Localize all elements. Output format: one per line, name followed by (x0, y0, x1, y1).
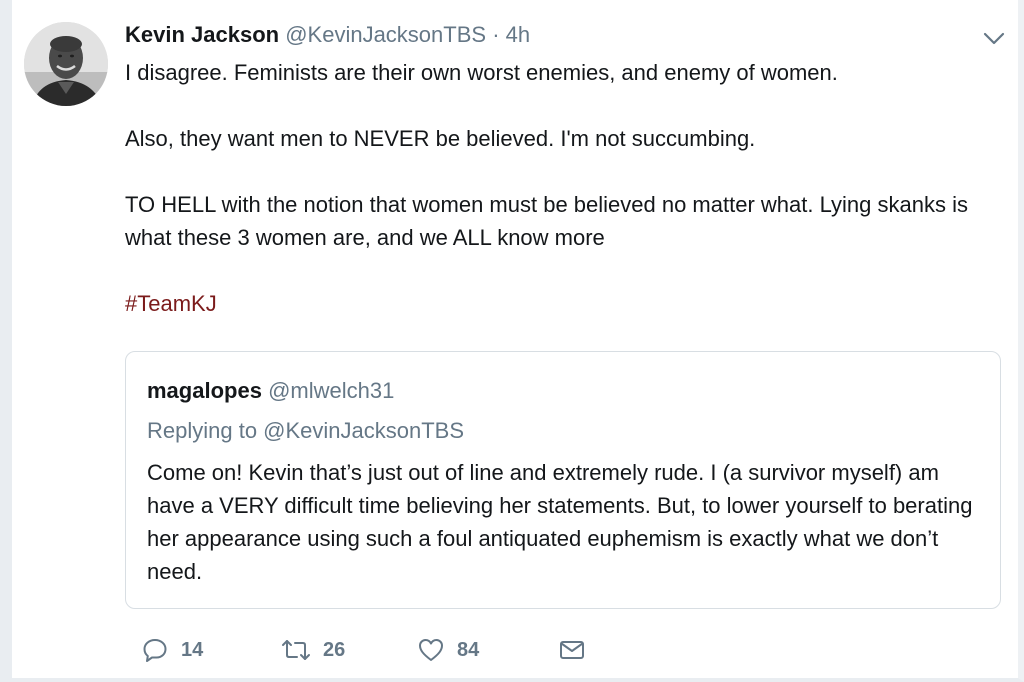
avatar-image (24, 22, 108, 106)
reply-count: 14 (181, 638, 204, 661)
author-handle[interactable]: @KevinJacksonTBS (285, 22, 486, 47)
like-button[interactable]: 84 (417, 630, 479, 670)
direct-message-button[interactable] (557, 630, 599, 670)
retweet-icon (282, 640, 310, 660)
quoted-tweet-header: magalopes @mlwelch31 (147, 376, 394, 406)
tweet-card: Kevin Jackson @KevinJacksonTBS · 4h I di… (0, 0, 1024, 682)
message-icon (560, 641, 584, 659)
quoted-author-name: magalopes (147, 378, 262, 403)
tweet-text: I disagree. Feminists are their own wors… (125, 56, 1005, 320)
author-name[interactable]: Kevin Jackson (125, 22, 279, 47)
tweet-paragraph: Also, they want men to NEVER be believed… (125, 126, 756, 151)
chevron-down-icon (983, 32, 1005, 45)
tweet-header: Kevin Jackson @KevinJacksonTBS · 4h (125, 20, 530, 50)
retweet-button[interactable]: 26 (281, 630, 345, 670)
hashtag-link[interactable]: #TeamKJ (125, 291, 217, 316)
tweet-paragraph: I disagree. Feminists are their own wors… (125, 60, 838, 85)
reply-icon (143, 639, 167, 662)
retweet-count: 26 (323, 638, 346, 661)
separator: · (492, 22, 500, 47)
timestamp[interactable]: 4h (506, 22, 530, 47)
like-icon (419, 639, 443, 661)
like-count: 84 (457, 638, 480, 661)
tweet-menu-button[interactable] (980, 26, 1008, 50)
quoted-tweet-text: Come on! Kevin that’s just out of line a… (147, 460, 973, 584)
tweet-actions: 14 26 84 (125, 630, 625, 670)
author-avatar[interactable] (24, 22, 108, 106)
quoted-tweet[interactable]: magalopes @mlwelch31 Replying to @KevinJ… (125, 351, 1001, 609)
replying-to: Replying to @KevinJacksonTBS (147, 418, 465, 443)
quoted-author-handle: @mlwelch31 (268, 378, 395, 403)
reply-button[interactable]: 14 (141, 630, 203, 670)
tweet-paragraph: TO HELL with the notion that women must … (125, 192, 968, 250)
